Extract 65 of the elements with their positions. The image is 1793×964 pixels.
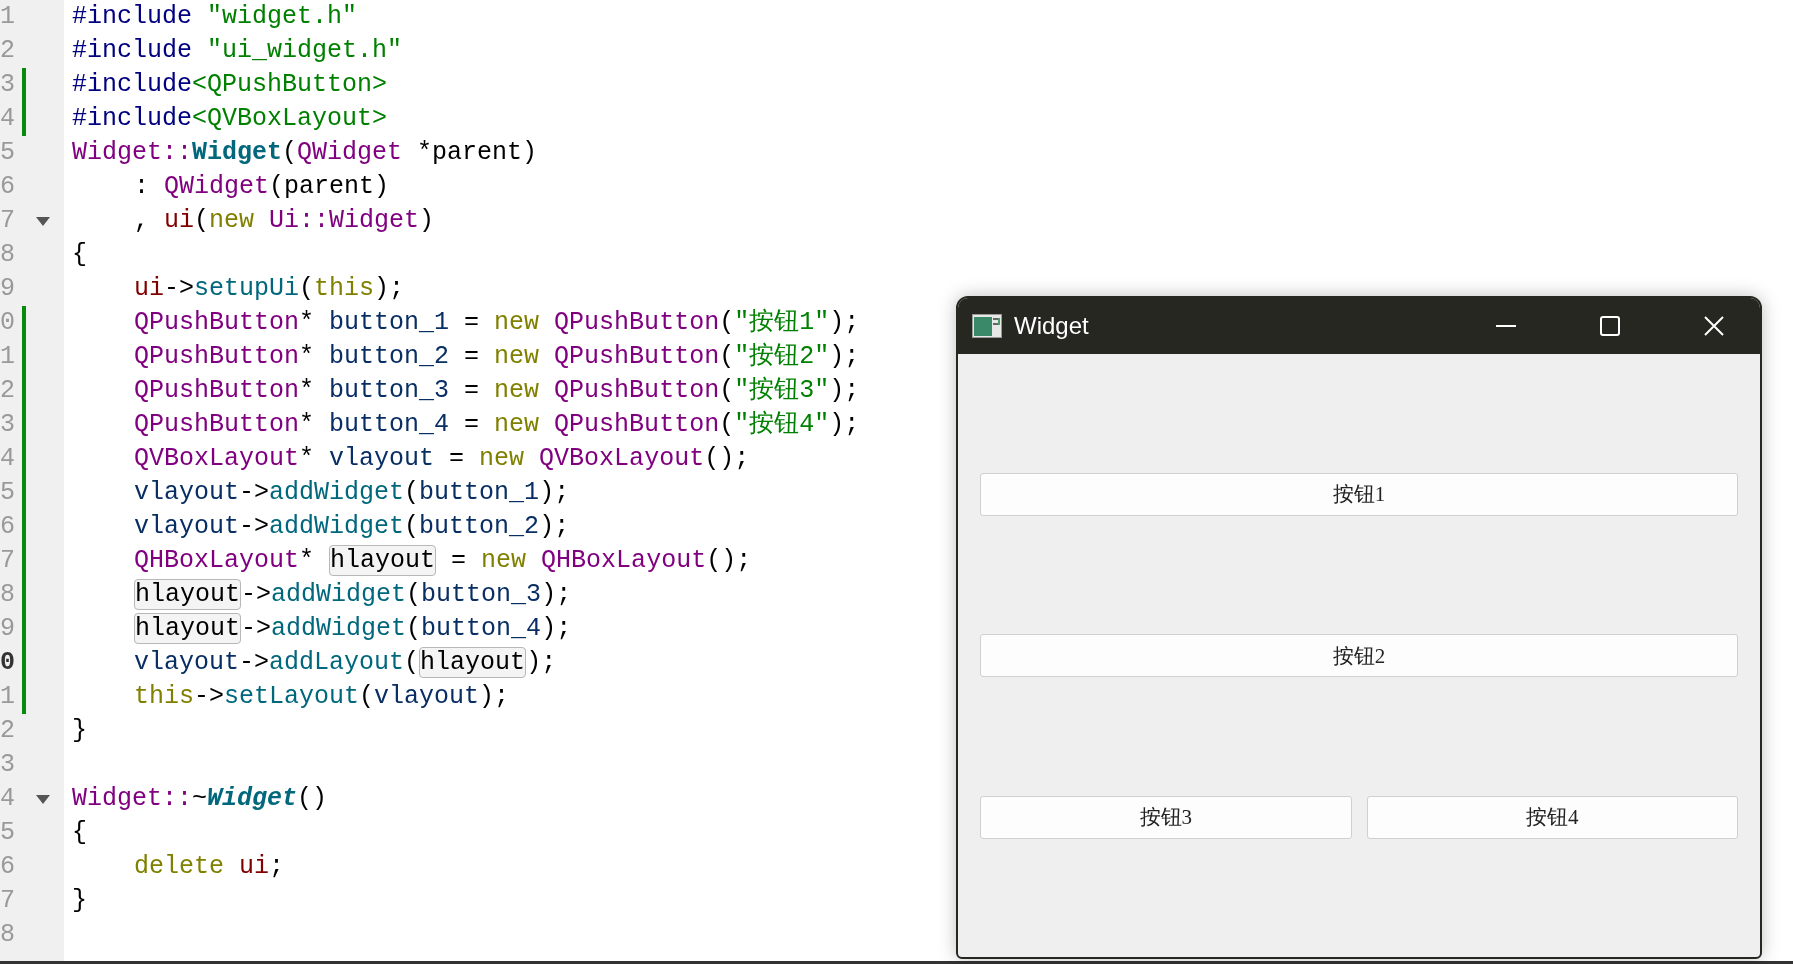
line-number: 2 — [0, 375, 16, 407]
code-line: #include<QPushButton> — [72, 69, 388, 101]
code-line: #include<QVBoxLayout> — [72, 103, 388, 135]
line-number: 8 — [0, 919, 16, 951]
line-number: 4 — [0, 783, 16, 815]
code-line: QVBoxLayout* vlayout = new QVBoxLayout(); — [133, 443, 750, 475]
push-button[interactable]: 按钮2 — [980, 634, 1738, 677]
line-number: 4 — [0, 103, 16, 135]
line-number: 7 — [0, 205, 16, 237]
code-line: QPushButton* button_4 = new QPushButton("按钮4"); — [133, 409, 860, 441]
code-line: QPushButton* button_2 = new QPushButton("按钮2"); — [133, 341, 860, 373]
line-number: 0 — [0, 307, 16, 339]
push-button[interactable]: 按钮4 — [1366, 795, 1738, 839]
code-line: QPushButton* button_1 = new QPushButton("按钮1"); — [133, 307, 860, 339]
line-number: 9 — [0, 273, 16, 305]
code-line: : QWidget(parent) — [133, 171, 390, 203]
app-window-icon — [972, 314, 1002, 338]
code-line: this->setLayout(vlayout); — [133, 681, 510, 713]
line-number: 6 — [0, 851, 16, 883]
line-number: 8 — [0, 579, 16, 611]
code-line: vlayout->addWidget(button_1); — [133, 477, 570, 509]
line-number: 3 — [0, 749, 16, 781]
code-line: } — [72, 715, 87, 747]
code-line: { — [72, 817, 87, 849]
code-line: vlayout->addWidget(button_2); — [133, 511, 570, 543]
close-icon — [1704, 316, 1724, 336]
minimize-icon — [1496, 325, 1516, 327]
line-number: 5 — [0, 477, 16, 509]
line-number: 1 — [0, 681, 16, 713]
code-line: , ui(new Ui::Widget) — [133, 205, 435, 237]
line-number: 3 — [0, 69, 16, 101]
line-number: 2 — [0, 35, 16, 67]
push-button[interactable]: 按钮3 — [980, 795, 1352, 839]
line-number: 1 — [0, 1, 16, 33]
code-line: hlayout->addWidget(button_3); — [133, 578, 572, 612]
code-line: #include "ui_widget.h" — [72, 35, 403, 67]
line-number: 6 — [0, 171, 16, 203]
code-line: Widget::~Widget() — [72, 783, 328, 815]
line-number: 2 — [0, 715, 16, 747]
line-number: 3 — [0, 409, 16, 441]
code-line: QHBoxLayout* hlayout = new QHBoxLayout(); — [133, 544, 752, 578]
code-line: hlayout->addWidget(button_4); — [133, 612, 572, 646]
line-number: 5 — [0, 817, 16, 849]
code-line: ui->setupUi(this); — [133, 273, 405, 305]
code-line: Widget::Widget(QWidget *parent) — [72, 137, 538, 169]
line-number: 6 — [0, 511, 16, 543]
code-line: vlayout->addLayout(hlayout); — [133, 646, 557, 680]
code-line: #include "widget.h" — [72, 1, 358, 33]
push-button[interactable]: 按钮1 — [980, 472, 1738, 516]
code-line: { — [72, 239, 87, 271]
code-line: delete ui; — [133, 851, 285, 883]
line-number: 8 — [0, 239, 16, 271]
line-number: 9 — [0, 613, 16, 645]
window-title: Widget — [1014, 312, 1090, 340]
line-number: 7 — [0, 885, 16, 917]
code-line: QPushButton* button_3 = new QPushButton("按钮3"); — [133, 375, 860, 407]
line-number: 7 — [0, 545, 16, 577]
maximize-icon — [1600, 316, 1620, 336]
line-number: 0 — [0, 647, 16, 679]
line-number: 4 — [0, 443, 16, 475]
fold-arrow-icon[interactable] — [36, 795, 50, 804]
line-number: 5 — [0, 137, 16, 169]
fold-arrow-icon[interactable] — [36, 217, 50, 226]
code-line: } — [72, 885, 87, 917]
line-number: 1 — [0, 341, 16, 373]
